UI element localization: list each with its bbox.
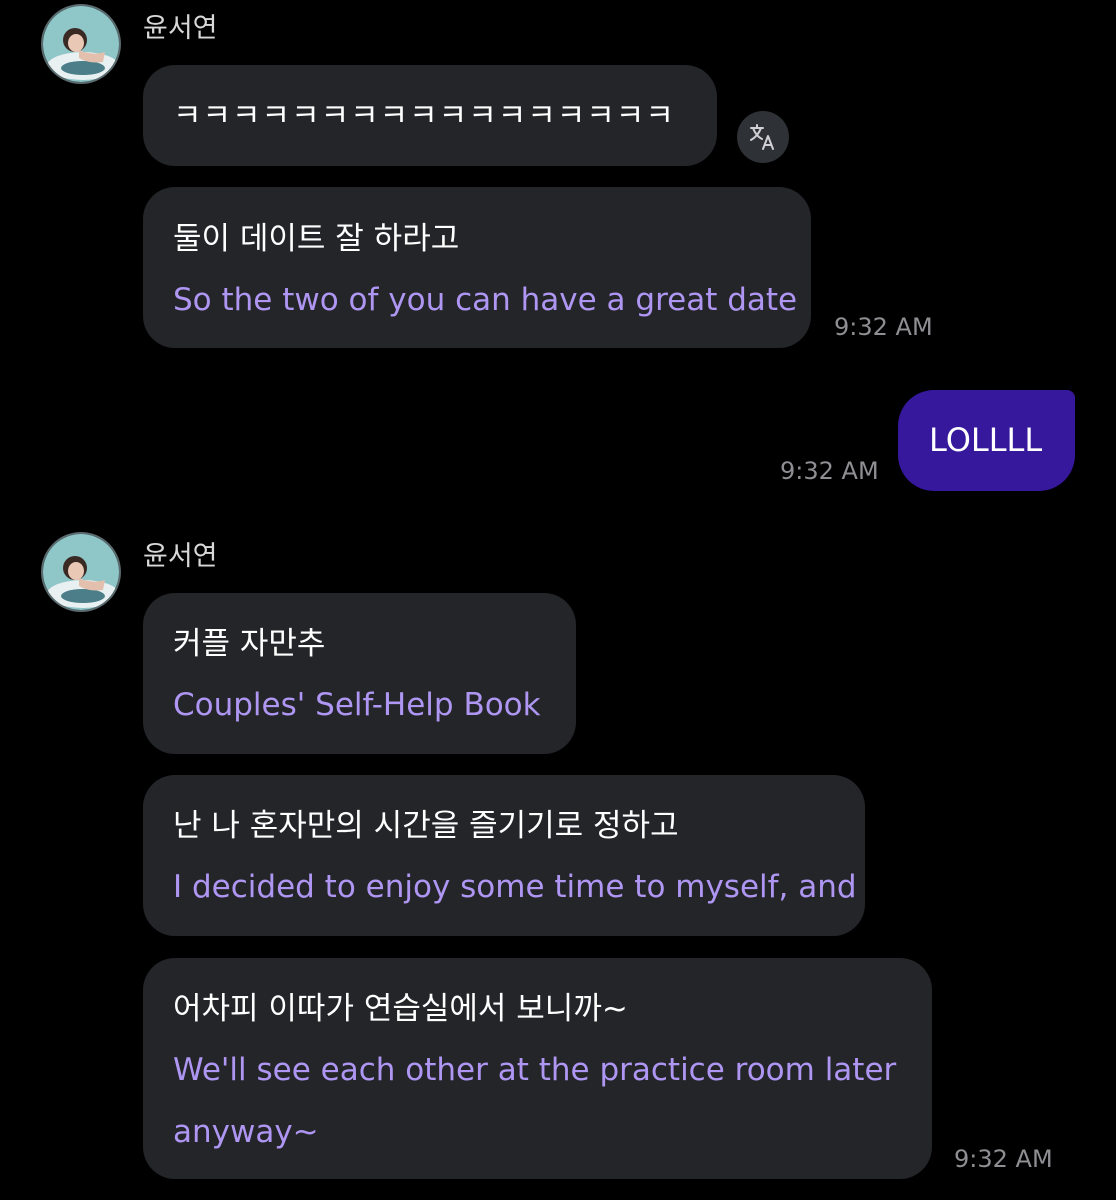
message-timestamp: 9:32 AM — [954, 1145, 1053, 1173]
message-text: ㅋㅋㅋㅋㅋㅋㅋㅋㅋㅋㅋㅋㅋㅋㅋㅋㅋ — [173, 98, 675, 134]
own-message-bubble[interactable]: LOLLLL — [898, 390, 1075, 491]
message-text: 둘이 데이트 잘 하라고 — [173, 221, 460, 257]
avatar-photo — [43, 6, 119, 82]
translation-text: So the two of you can have a great date — [173, 282, 798, 318]
message-timestamp: 9:32 AM — [834, 313, 933, 341]
message-text: 어차피 이따가 연습실에서 보니까~ — [173, 991, 628, 1027]
translation-text: We'll see each other at the practice roo… — [173, 1052, 897, 1088]
message-bubble[interactable]: 난 나 혼자만의 시간을 즐기기로 정하고 I decided to enjoy… — [143, 775, 865, 936]
chat-thread: 윤서연 ㅋㅋㅋㅋㅋㅋㅋㅋㅋㅋㅋㅋㅋㅋㅋㅋㅋ 둘이 데이트 잘 하라고 So th… — [0, 0, 1116, 1200]
sender-avatar[interactable] — [41, 532, 121, 612]
translation-text: Couples' Self-Help Book — [173, 687, 541, 723]
translate-icon — [750, 124, 774, 150]
message-bubble[interactable]: ㅋㅋㅋㅋㅋㅋㅋㅋㅋㅋㅋㅋㅋㅋㅋㅋㅋ — [143, 65, 717, 166]
message-text: 커플 자만추 — [173, 626, 326, 662]
sender-name: 윤서연 — [143, 13, 218, 44]
translation-text: I decided to enjoy some time to myself, … — [173, 869, 857, 905]
sender-avatar[interactable] — [41, 4, 121, 84]
message-timestamp: 9:32 AM — [780, 457, 879, 485]
translate-button[interactable] — [737, 111, 789, 163]
message-text: 난 나 혼자만의 시간을 즐기기로 정하고 — [173, 808, 679, 844]
message-bubble[interactable]: 둘이 데이트 잘 하라고 So the two of you can have … — [143, 187, 811, 348]
message-bubble[interactable]: 커플 자만추 Couples' Self-Help Book — [143, 593, 576, 754]
sender-name: 윤서연 — [143, 541, 218, 572]
translation-text: anyway~ — [173, 1114, 319, 1150]
avatar-photo — [43, 534, 119, 610]
message-bubble[interactable]: 어차피 이따가 연습실에서 보니까~ We'll see each other … — [143, 958, 932, 1179]
own-message-text: LOLLLL — [929, 421, 1043, 459]
